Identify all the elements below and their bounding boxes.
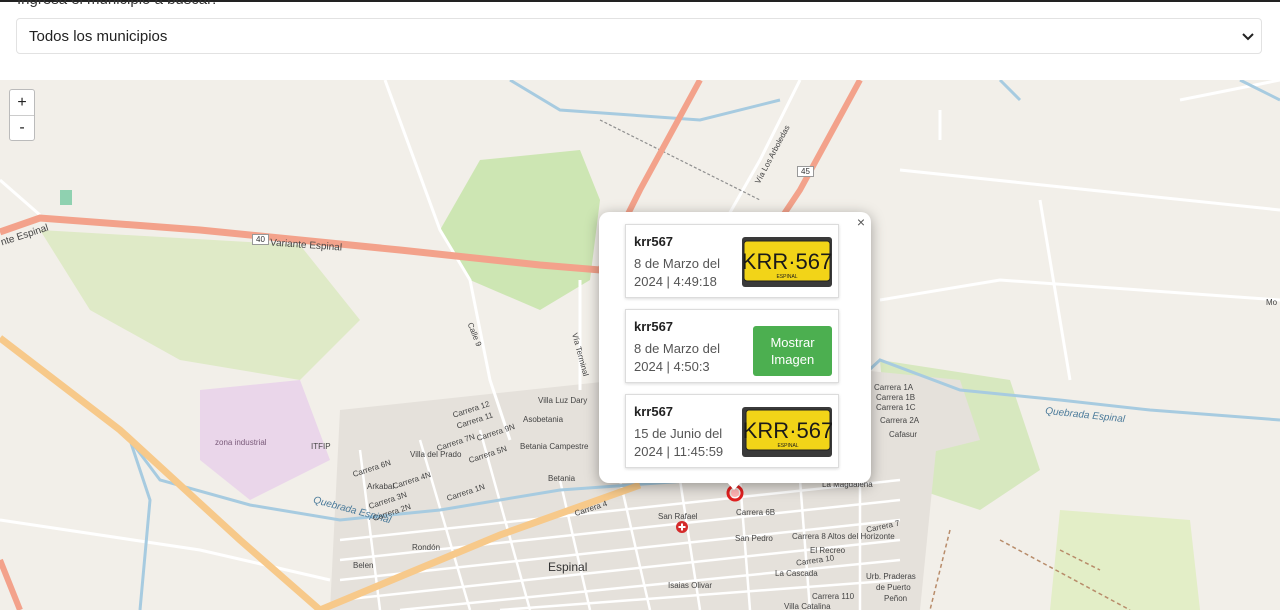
municipio-select[interactable]: Todos los municipios	[16, 18, 1262, 54]
plate-city-text: ESPINAL	[776, 274, 797, 280]
road-label-carrera2a: Carrera 2A	[880, 416, 920, 425]
capture-card: krr567 8 de Marzo del 2024 | 4:50:3 Most…	[625, 309, 839, 383]
plate-city-text: ESPINAL	[777, 443, 798, 449]
road-label-carrera1c: Carrera 1C	[876, 403, 916, 412]
place-asobetania: Asobetania	[523, 415, 564, 424]
zoom-out-button[interactable]: -	[10, 115, 34, 140]
road-label-carrera6b: Carrera 6B	[736, 508, 776, 517]
capture-plate-number: krr567	[634, 404, 674, 419]
route-shield-40: 40	[252, 234, 269, 245]
map-popup: × krr567 8 de Marzo del 2024 | 4:49:18 K…	[599, 212, 871, 490]
place-san-pedro: San Pedro	[735, 534, 773, 543]
place-betania-campestre: Betania Campestre	[520, 442, 589, 451]
plate-text: KRR·567	[742, 249, 832, 274]
place-cafasur: Cafasur	[889, 430, 918, 439]
place-urb-praderas: Urb. Praderas	[866, 572, 916, 581]
search-label: Ingresa el municipio a buscar:	[17, 0, 216, 9]
road-label-altos-horizonte: Carrera 8 Altos del Horizonte	[792, 532, 895, 541]
capture-card: krr567 15 de Junio del 2024 | 11:45:59 K…	[625, 394, 839, 468]
place-mo: Mo	[1266, 298, 1278, 307]
zoom-control: + -	[9, 89, 35, 141]
place-espinal: Espinal	[548, 560, 588, 574]
chevron-down-icon	[1242, 33, 1254, 41]
popup-tip	[725, 480, 743, 490]
place-belen: Belen	[353, 561, 374, 570]
plate-image[interactable]: KRR·567 ESPINAL	[742, 237, 832, 287]
road-label-carrera110: Carrera 110	[812, 592, 855, 601]
municipio-select-value: Todos los municipios	[29, 28, 168, 45]
popup-close-button[interactable]: ×	[857, 214, 865, 230]
capture-card: krr567 8 de Marzo del 2024 | 4:49:18 KRR…	[625, 224, 839, 298]
capture-date: 8 de Marzo del 2024 | 4:49:18	[634, 256, 720, 289]
place-rondon: Rondón	[412, 543, 441, 552]
place-san-rafael: San Rafael	[658, 512, 698, 521]
capture-plate-number: krr567	[634, 234, 674, 249]
capture-plate-number: krr567	[634, 319, 674, 334]
place-la-cascada: La Cascada	[775, 569, 818, 578]
place-betania: Betania	[548, 474, 576, 483]
zoom-in-button[interactable]: +	[10, 90, 34, 116]
plate-image[interactable]: KRR·567 ESPINAL	[742, 407, 832, 457]
road-label-carrera1b: Carrera 1B	[876, 393, 916, 402]
capture-date: 15 de Junio del 2024 | 11:45:59	[634, 426, 724, 459]
place-arkabal: Arkabal	[367, 482, 395, 491]
place-villa-catalina: Villa Catalina	[784, 602, 831, 610]
place-villa-luz-dary: Villa Luz Dary	[538, 396, 588, 405]
place-isaias-olivar: Isaias Olivar	[668, 581, 713, 590]
place-villa-del-prado: Villa del Prado	[410, 450, 462, 459]
place-penon: Peñon	[884, 594, 908, 603]
route-shield-45: 45	[797, 166, 814, 177]
map-view[interactable]: nte Espinal 40 Variante Espinal 45 Vía L…	[0, 80, 1280, 610]
place-itfip: ITFIP	[311, 442, 331, 451]
place-zona-industrial: zona industrial	[215, 438, 267, 447]
road-label-carrera1a: Carrera 1A	[874, 383, 914, 392]
capture-date: 8 de Marzo del 2024 | 4:50:3	[634, 341, 720, 374]
place-de-puerto: de Puerto	[876, 583, 911, 592]
show-image-button[interactable]: Mostrar Imagen	[753, 326, 832, 376]
plate-text: KRR·567	[743, 418, 832, 443]
